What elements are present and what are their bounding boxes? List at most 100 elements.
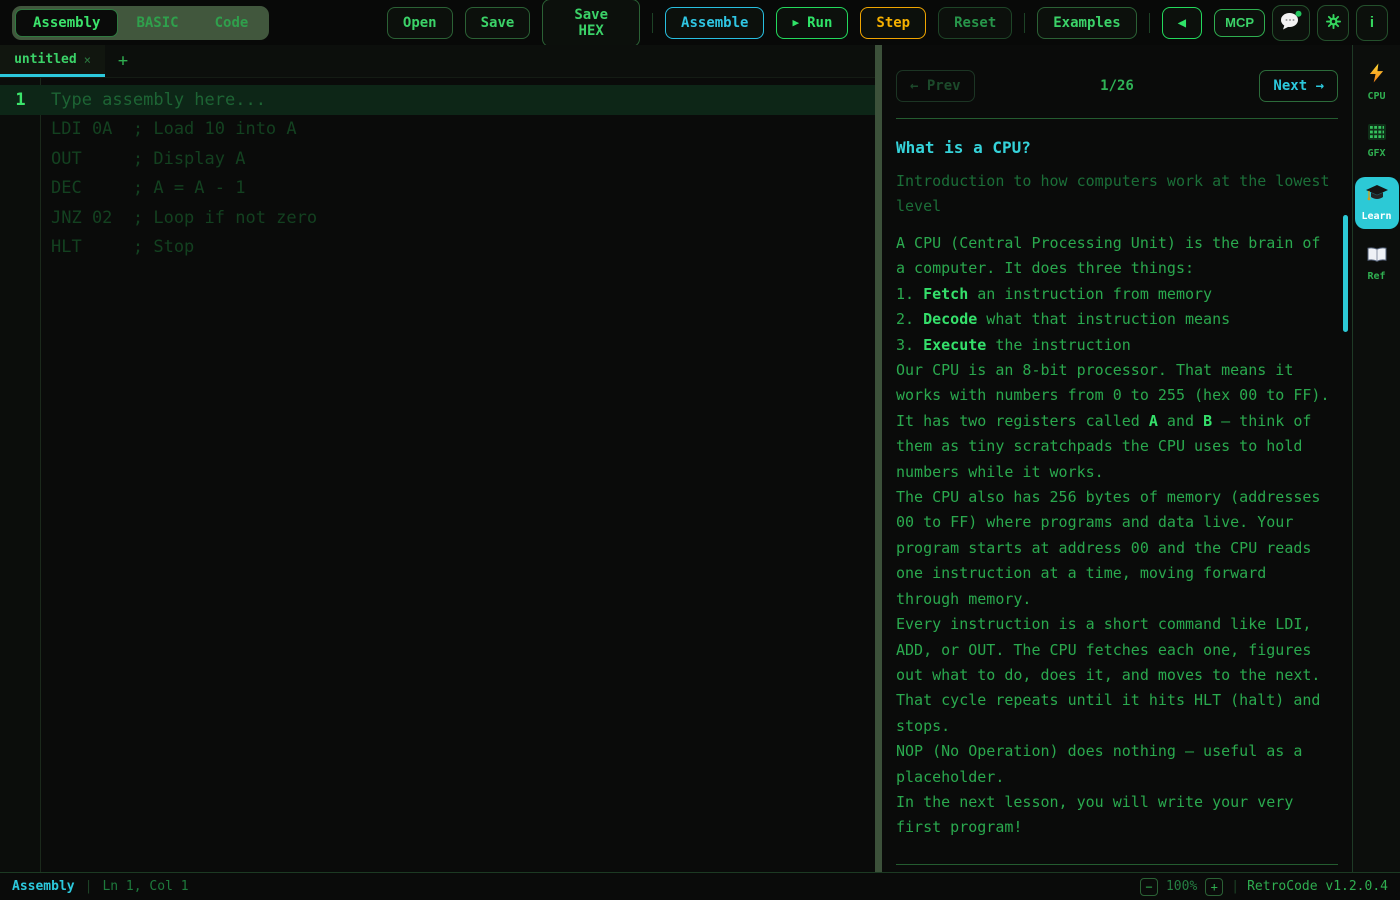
editor-tab-untitled[interactable]: untitled × — [0, 45, 105, 77]
lesson-nav-divider — [896, 118, 1338, 119]
code-area: 1 Type assembly here... LDI 0A ; Load 10… — [0, 85, 875, 262]
lesson-text: The CPU also has 256 bytes of memory (ad… — [896, 488, 1320, 608]
code-editor[interactable]: 1 Type assembly here... LDI 0A ; Load 10… — [0, 78, 875, 872]
rail-item-cpu[interactable]: CPU — [1355, 59, 1399, 106]
status-mode: Assembly — [12, 879, 75, 894]
lesson-paragraph: In the next lesson, you will write your … — [896, 790, 1338, 841]
lesson-bold-term: A — [1149, 412, 1158, 430]
editor-placeholder: Type assembly here... — [41, 90, 266, 110]
lesson-bold-term: B — [1203, 412, 1212, 430]
lesson-paragraph: NOP (No Operation) does nothing — useful… — [896, 739, 1338, 790]
active-code-line[interactable]: 1 Type assembly here... — [0, 85, 875, 115]
rail-item-ref[interactable]: Ref — [1355, 243, 1399, 286]
mode-tab-assembly[interactable]: Assembly — [15, 9, 118, 37]
rail-label: Ref — [1367, 271, 1385, 282]
editor-tab-bar: untitled × + — [0, 45, 875, 78]
line-number: 1 — [0, 90, 41, 110]
ghost-code: LDI 0A ; Load 10 into A OUT ; Display A DE… — [0, 115, 875, 263]
rail-label: GFX — [1367, 148, 1385, 159]
ghost-code-line: HLT ; Stop — [0, 233, 875, 263]
mode-tab-basic[interactable]: BASIC — [118, 9, 196, 37]
lesson-text: and — [1158, 412, 1203, 430]
prev-lesson-button[interactable]: ← Prev — [896, 70, 975, 102]
new-tab-button[interactable]: + — [105, 45, 141, 77]
examples-button[interactable]: Examples — [1037, 7, 1136, 39]
chat-bubble-icon — [1279, 10, 1303, 35]
mcp-button[interactable]: MCP — [1214, 9, 1265, 37]
reset-button[interactable]: Reset — [938, 7, 1012, 39]
play-icon: ▶ — [792, 16, 799, 29]
step-button[interactable]: Step — [860, 7, 926, 39]
open-button[interactable]: Open — [387, 7, 453, 39]
lesson-text: 1. — [896, 285, 923, 303]
lesson-scrollbar-thumb[interactable] — [1343, 215, 1348, 332]
lesson-position: 1/26 — [1100, 78, 1134, 94]
lesson-paragraph: The CPU also has 256 bytes of memory (ad… — [896, 485, 1338, 612]
toolbar-divider — [1149, 13, 1150, 33]
lesson-paragraph: Our CPU is an 8-bit processor. That mean… — [896, 358, 1338, 485]
lesson-text: 3. — [896, 336, 923, 354]
collapse-panel-button[interactable]: ◀ — [1162, 7, 1202, 39]
ghost-code-line: LDI 0A ; Load 10 into A — [0, 115, 875, 145]
cursor-position: Ln 1, Col 1 — [102, 879, 188, 894]
lesson-text: In the next lesson, you will write your … — [896, 793, 1293, 836]
zoom-in-button[interactable]: + — [1205, 878, 1223, 896]
lesson-bold-term: Execute — [923, 336, 986, 354]
ghost-code-text: LDI 0A ; Load 10 into A — [41, 119, 297, 139]
gear-icon — [1326, 14, 1341, 32]
ghost-code-line: JNZ 02 ; Loop if not zero — [0, 203, 875, 233]
rail-item-learn[interactable]: Learn — [1355, 177, 1399, 229]
mode-tab-code[interactable]: Code — [197, 9, 267, 37]
lesson-paragraph: 3. Execute the instruction — [896, 333, 1338, 358]
lesson-text: Every instruction is a short command lik… — [896, 615, 1320, 735]
lesson-text: A CPU (Central Processing Unit) is the b… — [896, 234, 1320, 277]
main-area: untitled × + 1 Type assembly here... LDI… — [0, 45, 1400, 872]
ghost-code-text: DEC ; A = A - 1 — [41, 178, 245, 198]
toolbar-divider — [1024, 13, 1025, 33]
panel-resize-handle[interactable] — [875, 45, 882, 872]
tab-close-icon[interactable]: × — [84, 53, 91, 67]
status-divider: | — [1231, 879, 1239, 894]
ghost-code-line: OUT ; Display A — [0, 144, 875, 174]
lesson-paragraph: A CPU (Central Processing Unit) is the b… — [896, 231, 1338, 282]
lesson-paragraph: 1. Fetch an instruction from memory — [896, 282, 1338, 307]
lesson-text: an instruction from memory — [968, 285, 1212, 303]
rail-label: CPU — [1367, 91, 1385, 102]
info-icon: i — [1370, 14, 1374, 31]
toolbar-divider — [652, 13, 653, 33]
zoom-level: 100% — [1166, 879, 1197, 894]
lesson-text: what that instruction means — [977, 310, 1230, 328]
lightning-icon — [1368, 63, 1385, 87]
lesson-text: the instruction — [986, 336, 1131, 354]
run-button[interactable]: ▶ Run — [776, 7, 848, 39]
ghost-code-text: JNZ 02 ; Loop if not zero — [41, 208, 317, 228]
lesson-paragraph: 2. Decode what that instruction means — [896, 307, 1338, 332]
ghost-code-line: DEC ; A = A - 1 — [0, 174, 875, 204]
side-rail: CPU GFX — [1352, 45, 1400, 872]
zoom-out-button[interactable]: − — [1140, 878, 1158, 896]
status-bar: Assembly | Ln 1, Col 1 − 100% + | RetroC… — [0, 872, 1400, 900]
lesson-panel: ← Prev 1/26 Next → What is a CPU? Introd… — [882, 45, 1352, 872]
chat-button[interactable] — [1272, 5, 1310, 41]
settings-button[interactable] — [1317, 5, 1349, 41]
info-button[interactable]: i — [1356, 5, 1388, 41]
lesson-subtitle: Introduction to how computers work at th… — [896, 169, 1338, 219]
next-lesson-button[interactable]: Next → — [1259, 70, 1338, 102]
lesson-paragraph: Every instruction is a short command lik… — [896, 612, 1338, 739]
toolbar: Assembly BASIC Code Open Save Save HEX A… — [0, 0, 1400, 45]
save-hex-button[interactable]: Save HEX — [542, 0, 640, 47]
lesson-text: 2. — [896, 310, 923, 328]
rail-item-gfx[interactable]: GFX — [1355, 120, 1399, 163]
tab-title: untitled — [14, 52, 77, 67]
ghost-code-text: HLT ; Stop — [41, 237, 194, 257]
app-version: RetroCode v1.2.0.4 — [1247, 879, 1388, 894]
lesson-text: NOP (No Operation) does nothing — useful… — [896, 742, 1302, 785]
editor-pane: untitled × + 1 Type assembly here... LDI… — [0, 45, 875, 872]
lesson-nav: ← Prev 1/26 Next → — [896, 70, 1338, 102]
lesson-title: What is a CPU? — [896, 138, 1338, 157]
toolbar-right-group: MCP — [1214, 5, 1388, 41]
assemble-button[interactable]: Assemble — [665, 7, 764, 39]
save-button[interactable]: Save — [465, 7, 531, 39]
ghost-code-text: OUT ; Display A — [41, 149, 245, 169]
rail-label: Learn — [1361, 211, 1391, 222]
